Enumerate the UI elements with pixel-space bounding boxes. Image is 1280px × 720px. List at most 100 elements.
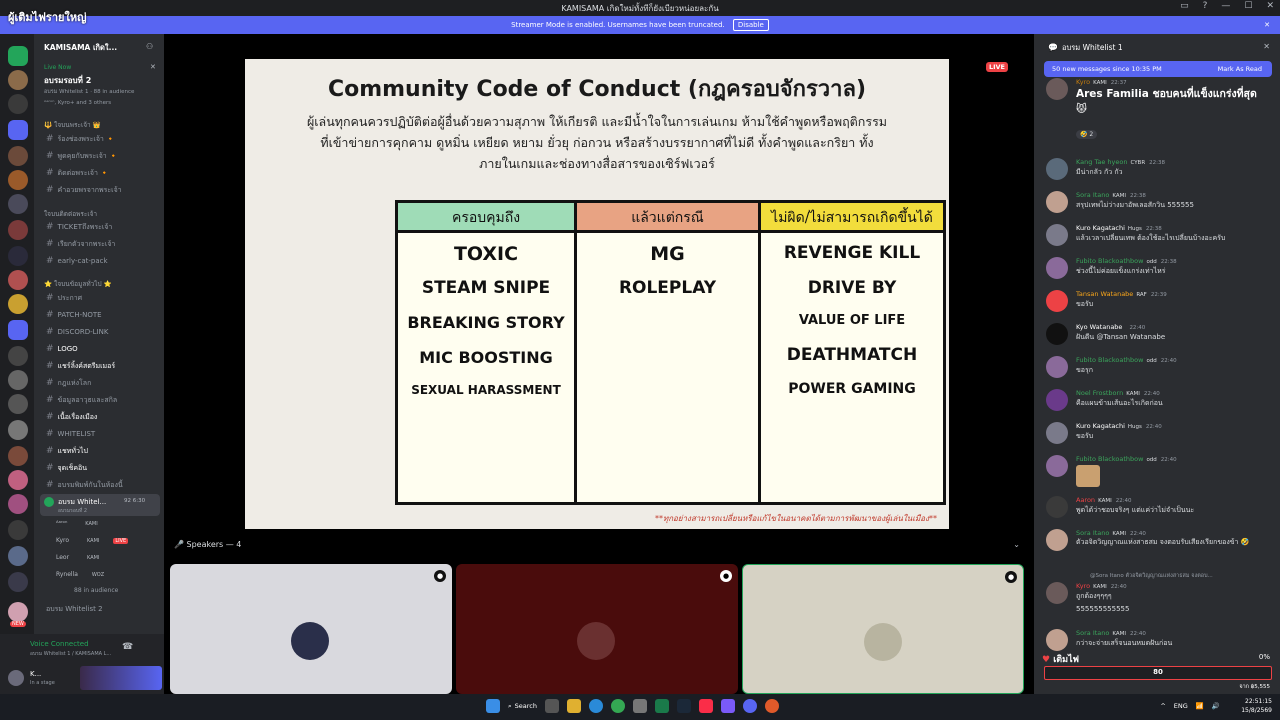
search-button[interactable]: ⌕ Search: [508, 702, 537, 711]
maximize-button[interactable]: ☐: [1244, 1, 1252, 11]
speaker-tile[interactable]: ●: [170, 564, 452, 694]
stage-user[interactable]: Leor KAMI: [56, 554, 99, 561]
chevron-down-icon[interactable]: ⌄: [1013, 540, 1020, 549]
discord-icon[interactable]: [742, 699, 757, 713]
server-icon[interactable]: [8, 572, 28, 592]
app-icon[interactable]: [720, 699, 735, 713]
add-user-icon[interactable]: ⚇: [146, 42, 153, 51]
stage-user[interactable]: Kyro KAMI LIVE: [56, 537, 129, 544]
channel-item[interactable]: # แชททั่วไป: [46, 446, 88, 457]
screen-share-slide[interactable]: Community Code of Conduct (กฎครอบจักรวาล…: [245, 59, 949, 529]
server-icon[interactable]: [8, 94, 28, 114]
avatar[interactable]: [1046, 78, 1068, 100]
event-title[interactable]: อบรมรอบที่ 2: [44, 74, 91, 87]
stage-user[interactable]: Rynella WOZ: [56, 571, 104, 578]
server-icon[interactable]: [8, 146, 28, 166]
reaction-pill[interactable]: 🤣 2: [1076, 130, 1098, 139]
more-icon[interactable]: ●: [1005, 571, 1017, 583]
category-header[interactable]: 🔱 ใจบนพระเจ้า 👑: [44, 120, 101, 130]
steam-icon[interactable]: [676, 699, 691, 713]
user-controls[interactable]: [80, 666, 162, 690]
chrome-icon[interactable]: [610, 699, 625, 713]
server-icon[interactable]: [8, 246, 28, 266]
category-header[interactable]: ใจบนติดต่อพระเจ้า: [44, 209, 97, 219]
file-explorer-icon[interactable]: [566, 699, 581, 713]
edge-icon[interactable]: [588, 699, 603, 713]
channel-item[interactable]: # LOGO: [46, 344, 78, 354]
stage-user[interactable]: ᴬᵃʳᵒⁿ KAMI: [56, 520, 98, 527]
app-icon[interactable]: [632, 699, 647, 713]
speaker-tile[interactable]: ●: [456, 564, 738, 694]
server-icon[interactable]: [8, 394, 28, 414]
avatar[interactable]: [8, 670, 24, 686]
server-icon[interactable]: [8, 194, 28, 214]
server-icon[interactable]: [8, 294, 28, 314]
more-icon[interactable]: ●: [720, 570, 732, 582]
channel-item[interactable]: # กฎแห่งโลก: [46, 378, 91, 389]
server-icon[interactable]: [8, 520, 28, 540]
server-icon-kick[interactable]: [8, 46, 28, 66]
channel-item[interactable]: # WHITELIST: [46, 429, 95, 439]
language-indicator: ENG: [1173, 702, 1188, 710]
windows-start-icon[interactable]: [486, 699, 500, 713]
channel-item[interactable]: # ร้องช่องพระเจ้า 🔸: [46, 134, 115, 145]
server-icon[interactable]: [8, 270, 28, 290]
disable-button[interactable]: Disable: [732, 19, 769, 31]
task-view-icon[interactable]: [544, 699, 559, 713]
server-icon[interactable]: [8, 470, 28, 490]
music-icon[interactable]: [698, 699, 713, 713]
server-icon[interactable]: [8, 494, 28, 514]
server-icon[interactable]: [8, 220, 28, 240]
server-icon[interactable]: [8, 420, 28, 440]
channel-item[interactable]: # จุดเช็คอิน: [46, 463, 87, 474]
close-button[interactable]: ✕: [1266, 1, 1274, 11]
channel-item[interactable]: # DISCORD-LINK: [46, 327, 108, 337]
channel-item[interactable]: # แชร์ลิ้งค์สตรีมเมอร์: [46, 361, 115, 372]
channel-item[interactable]: # เนื้อเรื่องเมือง: [46, 412, 97, 423]
server-icon[interactable]: [8, 346, 28, 366]
channel-item[interactable]: # คำอวยพรจากพระเจ้า: [46, 185, 122, 196]
folder-icon[interactable]: [8, 120, 28, 140]
server-name[interactable]: KAMISAMA เกิดใ...: [44, 42, 117, 54]
rule-item: ROLEPLAY: [618, 278, 717, 298]
new-messages-bar[interactable]: 50 new messages since 10:35 PM Mark As R…: [1044, 61, 1272, 77]
disconnect-icon[interactable]: ☎: [122, 642, 133, 652]
server-icon[interactable]: [8, 546, 28, 566]
speakers-header[interactable]: 🎤 Speakers — 4: [174, 540, 241, 549]
more-icon[interactable]: ●: [434, 570, 446, 582]
category-header[interactable]: ⭐ ใจบนข้อมูลทั่วไป ⭐: [44, 279, 112, 289]
system-tray[interactable]: ^ ENG 📶 🔊: [1160, 702, 1220, 710]
stage-counts: 92 6:30: [124, 498, 146, 504]
channel-item[interactable]: # เรียกตัวจากพระเจ้า: [46, 239, 115, 250]
server-icon[interactable]: [8, 446, 28, 466]
app-icon[interactable]: [764, 699, 779, 713]
channel-item[interactable]: # ข้อมูลอาวุธและสกิล: [46, 395, 117, 406]
app-icon[interactable]: [654, 699, 669, 713]
speaker-tile[interactable]: ●: [742, 564, 1024, 694]
channel-item[interactable]: # early-cat-pack: [46, 256, 108, 266]
minimize-button[interactable]: —: [1221, 1, 1230, 11]
server-icon[interactable]: [8, 170, 28, 190]
server-icon[interactable]: [8, 70, 28, 90]
server-icon[interactable]: [8, 602, 28, 622]
help-icon[interactable]: ?: [1203, 1, 1208, 11]
channel-item[interactable]: # อบรมพิมพ์กันในห้องนี้: [46, 480, 123, 491]
channel-item[interactable]: # PATCH-NOTE: [46, 310, 102, 320]
server-icon[interactable]: [8, 370, 28, 390]
channel-item[interactable]: # พูดคุยกับพระเจ้า 🔸: [46, 151, 118, 162]
clock[interactable]: 22:51:15 15/8/2569: [1241, 697, 1272, 715]
channel-item[interactable]: # ประกาศ: [46, 293, 82, 304]
stage-channel-2[interactable]: อบรม Whitelist 2: [46, 604, 103, 615]
close-icon[interactable]: ✕: [150, 63, 156, 71]
inbox-icon[interactable]: ▭: [1180, 1, 1189, 11]
mark-as-read-button[interactable]: Mark As Read: [1218, 61, 1262, 77]
voice-channel[interactable]: อบรม Whitelist 1 / KAMISAMA L...: [30, 650, 111, 658]
folder-icon[interactable]: [8, 320, 28, 340]
close-icon[interactable]: ✕: [1264, 16, 1270, 34]
close-icon[interactable]: ✕: [1263, 42, 1270, 51]
channel-item[interactable]: # ติดต่อพระเจ้า 🔸: [46, 168, 109, 179]
dog-sticker[interactable]: [1076, 465, 1100, 487]
stage-channel-active[interactable]: อบรม Whitel... อบรมรอบที่ 2 92 6:30: [40, 494, 160, 516]
channel-item[interactable]: # TICKETถึงพระเจ้า: [46, 222, 112, 233]
reply-preview[interactable]: @Sora Itano ตัวอจิตวิญญาณแห่งสาธสม จงตอบ…: [1090, 572, 1213, 580]
